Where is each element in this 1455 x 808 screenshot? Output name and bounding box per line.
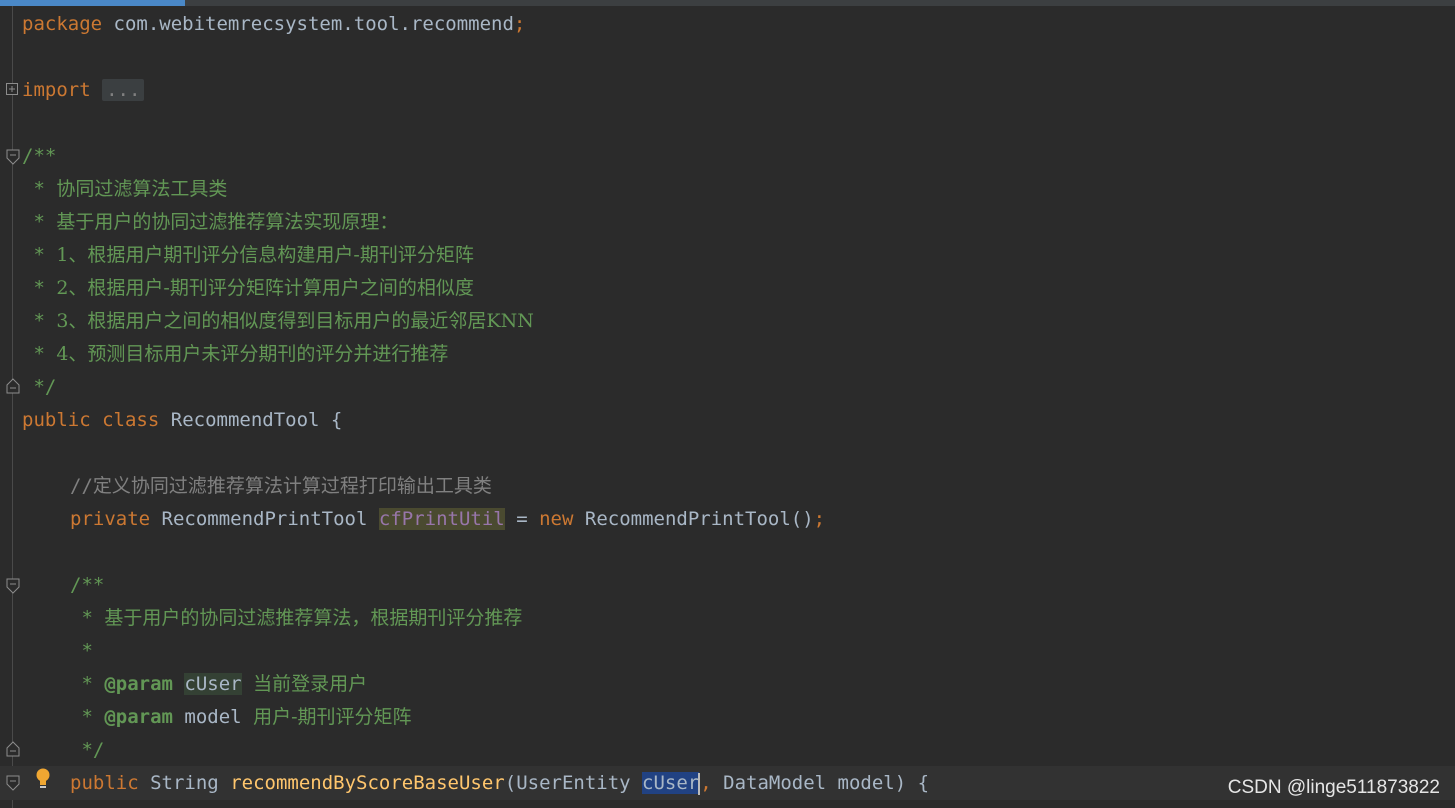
method-name[interactable]: recommendByScoreBaseUser	[230, 772, 505, 794]
paren-close: )	[894, 772, 907, 794]
doc-text: 1、根据用户期刊评分信息构建用户-期刊评分矩阵	[56, 244, 474, 266]
doc-star: *	[22, 211, 57, 233]
keyword-new: new	[539, 508, 574, 530]
open-brace: {	[330, 409, 343, 431]
doc-param-line: * @param model 用户-期刊评分矩阵	[70, 701, 412, 734]
comment-text: 定义协同过滤推荐算法计算过程打印输出工具类	[92, 475, 492, 497]
doc-comment-open: /**	[22, 145, 57, 167]
doc-comment-line: * 3、根据用户之间的相似度得到目标用户的最近邻居KNN	[22, 305, 534, 338]
doc-text: 4、预测目标用户未评分期刊的评分并进行推荐	[56, 343, 449, 365]
doc-param-desc: 当前登录用户	[253, 673, 368, 695]
code-line-import[interactable]: import ...	[22, 74, 145, 107]
doc-star: *	[70, 673, 105, 695]
package-name: com.webitemrecsystem.tool.recommend	[113, 13, 514, 35]
fold-end-icon[interactable]	[5, 740, 21, 757]
class-name: RecommendTool	[170, 409, 320, 431]
watermark-text: CSDN @linge511873822	[1227, 777, 1440, 798]
assign-operator: =	[516, 508, 528, 530]
doc-star: *	[22, 277, 57, 299]
doc-comment-close: */	[22, 376, 57, 398]
code-line-method-signature[interactable]: public String recommendByScoreBaseUser(U…	[70, 767, 929, 800]
lightbulb-icon[interactable]	[33, 767, 53, 791]
doc-comment-line: * 4、预测目标用户未评分期刊的评分并进行推荐	[22, 338, 448, 371]
doc-param-tag: @param	[104, 706, 173, 728]
doc-star: *	[22, 244, 57, 266]
doc-comment-line: * 基于用户的协同过滤推荐算法实现原理：	[22, 206, 398, 239]
field-type: RecommendPrintTool	[161, 508, 368, 530]
code-line-field[interactable]: private RecommendPrintTool cfPrintUtil =…	[70, 503, 825, 536]
keyword-public: public	[22, 409, 91, 431]
fold-end-icon[interactable]	[5, 377, 21, 394]
keyword-public: public	[70, 772, 139, 794]
keyword-import: import	[22, 79, 91, 101]
doc-star: *	[22, 178, 57, 200]
doc-comment-open: /**	[70, 574, 105, 596]
keyword-package: package	[22, 13, 103, 35]
editor-tab-strip	[0, 0, 1455, 6]
doc-text: 协同过滤算法工具类	[56, 178, 228, 200]
active-tab-indicator[interactable]	[0, 0, 185, 6]
fold-collapse-icon[interactable]	[5, 774, 21, 791]
code-editor[interactable]: package com.webitemrecsystem.tool.recomm…	[0, 0, 1455, 808]
comment-slashes: //	[70, 475, 93, 497]
keyword-class: class	[102, 409, 160, 431]
constructor-call: RecommendPrintTool()	[584, 508, 814, 530]
doc-comment-line: * 协同过滤算法工具类	[22, 173, 227, 206]
doc-text: 基于用户的协同过滤推荐算法实现原理：	[56, 211, 399, 233]
comma: ,	[700, 772, 712, 794]
doc-text: 3、根据用户之间的相似度得到目标用户的最近邻居KNN	[56, 310, 534, 332]
doc-comment-line: * 基于用户的协同过滤推荐算法，根据期刊评分推荐	[70, 602, 522, 635]
doc-text: 2、根据用户-期刊评分矩阵计算用户之间的相似度	[56, 277, 474, 299]
return-type: String	[150, 772, 219, 794]
line-comment: //定义协同过滤推荐算法计算过程打印输出工具类	[70, 470, 492, 503]
folded-imports[interactable]: ...	[102, 79, 145, 101]
open-brace: {	[917, 772, 930, 794]
param-name: model	[837, 772, 895, 794]
paren-open: (	[504, 772, 517, 794]
fold-collapse-icon[interactable]	[5, 148, 21, 165]
doc-param-desc: 用户-期刊评分矩阵	[253, 706, 412, 728]
doc-comment-line: * 2、根据用户-期刊评分矩阵计算用户之间的相似度	[22, 272, 474, 305]
fold-collapse-icon[interactable]	[5, 577, 21, 594]
param-type: UserEntity	[516, 772, 631, 794]
doc-star: *	[70, 607, 105, 629]
param-type: DataModel	[723, 772, 827, 794]
doc-star: *	[70, 706, 105, 728]
doc-param-line: * @param cUser 当前登录用户	[70, 668, 367, 701]
fold-expand-icon[interactable]	[5, 82, 21, 98]
doc-text: 基于用户的协同过滤推荐算法，根据期刊评分推荐	[104, 607, 523, 629]
semicolon: ;	[813, 508, 826, 530]
doc-star: *	[22, 343, 57, 365]
code-line-package[interactable]: package com.webitemrecsystem.tool.recomm…	[22, 8, 525, 41]
semicolon: ;	[513, 13, 526, 35]
param-name-selected[interactable]: cUser	[642, 772, 700, 794]
doc-star: *	[22, 310, 57, 332]
doc-param-name[interactable]: cUser	[184, 673, 242, 695]
doc-comment-close: */	[70, 739, 105, 761]
doc-comment-line: * 1、根据用户期刊评分信息构建用户-期刊评分矩阵	[22, 239, 474, 272]
doc-param-tag: @param	[104, 673, 173, 695]
doc-comment-line: *	[70, 640, 93, 662]
field-name[interactable]: cfPrintUtil	[378, 508, 505, 530]
gutter-divider	[12, 6, 13, 808]
code-line-class-declaration[interactable]: public class RecommendTool {	[22, 404, 342, 437]
keyword-private: private	[70, 508, 151, 530]
doc-param-name[interactable]: model	[184, 706, 241, 728]
